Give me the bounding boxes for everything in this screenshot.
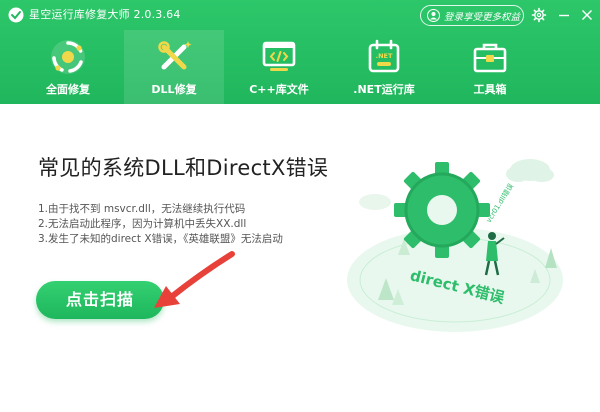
dll-error-tag: vcr01.dll错误	[484, 182, 515, 224]
error-item: 1.由于找不到 msvcr.dll，无法继续执行代码	[38, 203, 246, 215]
nav-label: .NET运行库	[353, 83, 415, 96]
app-title: 星空运行库修复大师 2.0.3.64	[29, 8, 181, 21]
recycle-icon	[51, 40, 85, 74]
nav-item-full-repair[interactable]: 全面修复	[18, 30, 118, 104]
error-item: 2.无法启动此程序，因为计算机中丢失XX.dll	[38, 218, 247, 230]
nav-item-dll-repair[interactable]: DLL修复	[124, 30, 224, 104]
main-panel: 常见的系统DLL和DirectX错误 1.由于找不到 msvcr.dll，无法继…	[0, 104, 600, 412]
error-item: 3.发生了未知的direct X错误，《英雄联盟》无法启动	[38, 233, 283, 245]
cloud-icon	[506, 159, 554, 182]
nav-label: 工具箱	[473, 83, 507, 96]
login-button[interactable]: 登录享受更多权益	[420, 5, 524, 26]
nav-item-cpp-library[interactable]: C++库文件	[229, 30, 329, 104]
login-label: 登录享受更多权益	[444, 11, 521, 23]
header: 星空运行库修复大师 2.0.3.64 登录享受更多权益 全面修复 DLL修复 C…	[0, 0, 600, 104]
toolbox-icon	[473, 43, 507, 73]
main-nav: 全面修复 DLL修复 C++库文件 .NET .NET运行库 工具箱	[0, 30, 600, 104]
error-list: 1.由于找不到 msvcr.dll，无法继续执行代码 2.无法启动此程序，因为计…	[38, 202, 283, 247]
nav-label: C++库文件	[249, 83, 309, 96]
user-icon	[427, 9, 440, 22]
nav-label: DLL修复	[151, 83, 197, 96]
nav-label: 全面修复	[46, 83, 90, 96]
code-window-icon	[262, 41, 296, 71]
close-icon[interactable]	[579, 7, 595, 23]
page-title: 常见的系统DLL和DirectX错误	[38, 156, 329, 180]
nav-item-dotnet-runtime[interactable]: .NET .NET运行库	[334, 30, 434, 104]
dll-wrench-icon	[158, 41, 192, 70]
app-logo-icon	[8, 7, 24, 23]
net-calendar-icon: .NET	[368, 39, 400, 73]
directx-error-illustration: vcr01.dll错误 direct X错误	[347, 159, 563, 332]
minimize-icon[interactable]	[556, 7, 572, 23]
settings-gear-icon[interactable]	[531, 7, 547, 23]
nav-item-toolbox[interactable]: 工具箱	[440, 30, 540, 104]
svg-text:.NET: .NET	[376, 52, 393, 60]
pointer-arrow-icon	[154, 251, 235, 308]
title-bar[interactable]: 星空运行库修复大师 2.0.3.64 登录享受更多权益	[0, 0, 600, 30]
